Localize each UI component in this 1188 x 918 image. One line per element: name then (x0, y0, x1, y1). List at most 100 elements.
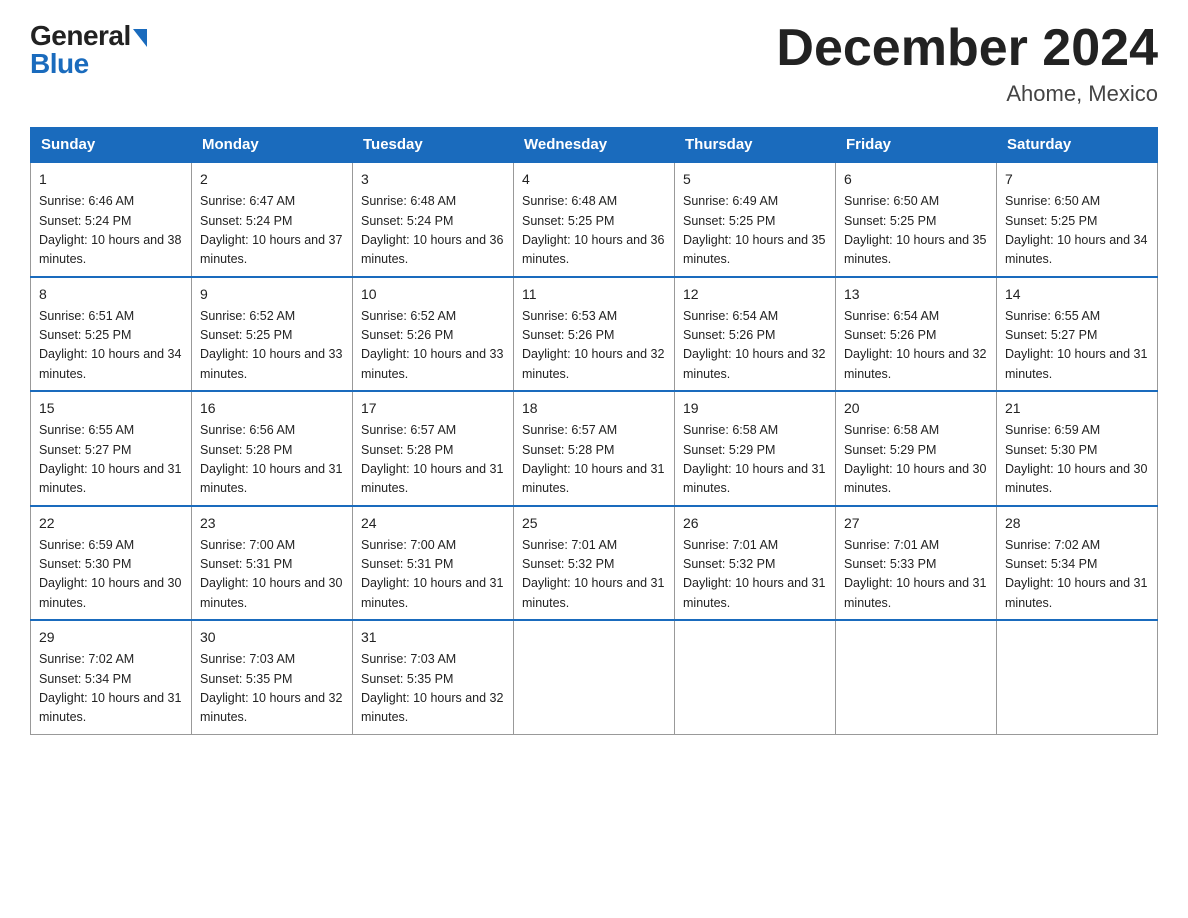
day-info: Sunrise: 6:53 AMSunset: 5:26 PMDaylight:… (522, 309, 664, 381)
day-info: Sunrise: 7:03 AMSunset: 5:35 PMDaylight:… (200, 652, 342, 724)
location-text: Ahome, Mexico (776, 81, 1158, 107)
day-number: 19 (683, 398, 827, 419)
day-info: Sunrise: 6:55 AMSunset: 5:27 PMDaylight:… (39, 423, 181, 495)
column-header-monday: Monday (192, 128, 353, 163)
title-section: December 2024 Ahome, Mexico (776, 20, 1158, 107)
day-number: 17 (361, 398, 505, 419)
day-info: Sunrise: 7:01 AMSunset: 5:32 PMDaylight:… (522, 538, 664, 610)
day-number: 11 (522, 284, 666, 305)
day-info: Sunrise: 7:02 AMSunset: 5:34 PMDaylight:… (39, 652, 181, 724)
calendar-cell: 3 Sunrise: 6:48 AMSunset: 5:24 PMDaylight… (353, 162, 514, 277)
calendar-week-row: 29 Sunrise: 7:02 AMSunset: 5:34 PMDayligh… (31, 620, 1158, 734)
day-info: Sunrise: 6:47 AMSunset: 5:24 PMDaylight:… (200, 194, 342, 266)
day-info: Sunrise: 6:48 AMSunset: 5:25 PMDaylight:… (522, 194, 664, 266)
calendar-cell: 27 Sunrise: 7:01 AMSunset: 5:33 PMDayligh… (836, 506, 997, 621)
day-number: 9 (200, 284, 344, 305)
day-info: Sunrise: 6:54 AMSunset: 5:26 PMDaylight:… (683, 309, 825, 381)
calendar-cell: 12 Sunrise: 6:54 AMSunset: 5:26 PMDayligh… (675, 277, 836, 392)
day-number: 31 (361, 627, 505, 648)
calendar-cell: 9 Sunrise: 6:52 AMSunset: 5:25 PMDaylight… (192, 277, 353, 392)
calendar-cell: 29 Sunrise: 7:02 AMSunset: 5:34 PMDayligh… (31, 620, 192, 734)
page-header: General Blue December 2024 Ahome, Mexico (30, 20, 1158, 107)
calendar-cell: 14 Sunrise: 6:55 AMSunset: 5:27 PMDayligh… (997, 277, 1158, 392)
calendar-cell: 25 Sunrise: 7:01 AMSunset: 5:32 PMDayligh… (514, 506, 675, 621)
day-info: Sunrise: 7:00 AMSunset: 5:31 PMDaylight:… (200, 538, 342, 610)
calendar-cell: 26 Sunrise: 7:01 AMSunset: 5:32 PMDayligh… (675, 506, 836, 621)
day-info: Sunrise: 7:01 AMSunset: 5:33 PMDaylight:… (844, 538, 986, 610)
calendar-cell: 28 Sunrise: 7:02 AMSunset: 5:34 PMDayligh… (997, 506, 1158, 621)
calendar-week-row: 15 Sunrise: 6:55 AMSunset: 5:27 PMDayligh… (31, 391, 1158, 506)
calendar-cell: 30 Sunrise: 7:03 AMSunset: 5:35 PMDayligh… (192, 620, 353, 734)
calendar-header-row: SundayMondayTuesdayWednesdayThursdayFrid… (31, 128, 1158, 163)
logo: General Blue (30, 20, 147, 80)
day-info: Sunrise: 7:03 AMSunset: 5:35 PMDaylight:… (361, 652, 503, 724)
day-number: 21 (1005, 398, 1149, 419)
day-info: Sunrise: 6:50 AMSunset: 5:25 PMDaylight:… (844, 194, 986, 266)
day-number: 26 (683, 513, 827, 534)
column-header-wednesday: Wednesday (514, 128, 675, 163)
calendar-table: SundayMondayTuesdayWednesdayThursdayFrid… (30, 127, 1158, 735)
calendar-cell: 31 Sunrise: 7:03 AMSunset: 5:35 PMDayligh… (353, 620, 514, 734)
day-info: Sunrise: 6:49 AMSunset: 5:25 PMDaylight:… (683, 194, 825, 266)
day-number: 27 (844, 513, 988, 534)
day-info: Sunrise: 6:48 AMSunset: 5:24 PMDaylight:… (361, 194, 503, 266)
day-info: Sunrise: 6:52 AMSunset: 5:26 PMDaylight:… (361, 309, 503, 381)
day-number: 14 (1005, 284, 1149, 305)
day-number: 28 (1005, 513, 1149, 534)
day-number: 12 (683, 284, 827, 305)
calendar-cell: 6Sunrise: 6:50 AMSunset: 5:25 PMDaylight… (836, 162, 997, 277)
month-title: December 2024 (776, 20, 1158, 77)
day-number: 18 (522, 398, 666, 419)
day-number: 30 (200, 627, 344, 648)
day-info: Sunrise: 6:58 AMSunset: 5:29 PMDaylight:… (844, 423, 986, 495)
day-info: Sunrise: 6:58 AMSunset: 5:29 PMDaylight:… (683, 423, 825, 495)
day-number: 3 (361, 169, 505, 190)
calendar-cell: 16 Sunrise: 6:56 AMSunset: 5:28 PMDayligh… (192, 391, 353, 506)
calendar-cell (997, 620, 1158, 734)
calendar-cell: 24 Sunrise: 7:00 AMSunset: 5:31 PMDayligh… (353, 506, 514, 621)
calendar-cell: 2Sunrise: 6:47 AMSunset: 5:24 PMDaylight… (192, 162, 353, 277)
calendar-cell: 10 Sunrise: 6:52 AMSunset: 5:26 PMDayligh… (353, 277, 514, 392)
day-info: Sunrise: 7:00 AMSunset: 5:31 PMDaylight:… (361, 538, 503, 610)
day-info: Sunrise: 6:59 AMSunset: 5:30 PMDaylight:… (1005, 423, 1147, 495)
day-number: 1 (39, 169, 183, 190)
calendar-cell: 4 Sunrise: 6:48 AMSunset: 5:25 PMDaylight… (514, 162, 675, 277)
column-header-tuesday: Tuesday (353, 128, 514, 163)
calendar-cell: 23 Sunrise: 7:00 AMSunset: 5:31 PMDayligh… (192, 506, 353, 621)
calendar-cell: 13Sunrise: 6:54 AMSunset: 5:26 PMDayligh… (836, 277, 997, 392)
day-info: Sunrise: 6:56 AMSunset: 5:28 PMDaylight:… (200, 423, 342, 495)
day-number: 10 (361, 284, 505, 305)
calendar-cell: 1 Sunrise: 6:46 AMSunset: 5:24 PMDaylight… (31, 162, 192, 277)
day-info: Sunrise: 7:01 AMSunset: 5:32 PMDaylight:… (683, 538, 825, 610)
calendar-cell: 22 Sunrise: 6:59 AMSunset: 5:30 PMDayligh… (31, 506, 192, 621)
day-info: Sunrise: 6:57 AMSunset: 5:28 PMDaylight:… (361, 423, 503, 495)
calendar-cell: 20Sunrise: 6:58 AMSunset: 5:29 PMDayligh… (836, 391, 997, 506)
calendar-week-row: 8 Sunrise: 6:51 AMSunset: 5:25 PMDaylight… (31, 277, 1158, 392)
day-info: Sunrise: 6:46 AMSunset: 5:24 PMDaylight:… (39, 194, 181, 266)
calendar-cell: 7Sunrise: 6:50 AMSunset: 5:25 PMDaylight… (997, 162, 1158, 277)
day-number: 29 (39, 627, 183, 648)
day-number: 15 (39, 398, 183, 419)
day-number: 16 (200, 398, 344, 419)
column-header-saturday: Saturday (997, 128, 1158, 163)
day-info: Sunrise: 6:59 AMSunset: 5:30 PMDaylight:… (39, 538, 181, 610)
day-number: 24 (361, 513, 505, 534)
calendar-cell: 8 Sunrise: 6:51 AMSunset: 5:25 PMDaylight… (31, 277, 192, 392)
day-number: 22 (39, 513, 183, 534)
day-number: 23 (200, 513, 344, 534)
day-number: 8 (39, 284, 183, 305)
calendar-cell: 19 Sunrise: 6:58 AMSunset: 5:29 PMDayligh… (675, 391, 836, 506)
day-info: Sunrise: 6:55 AMSunset: 5:27 PMDaylight:… (1005, 309, 1147, 381)
day-number: 4 (522, 169, 666, 190)
calendar-cell: 11 Sunrise: 6:53 AMSunset: 5:26 PMDayligh… (514, 277, 675, 392)
day-info: Sunrise: 6:57 AMSunset: 5:28 PMDaylight:… (522, 423, 664, 495)
calendar-cell: 21 Sunrise: 6:59 AMSunset: 5:30 PMDayligh… (997, 391, 1158, 506)
column-header-thursday: Thursday (675, 128, 836, 163)
day-info: Sunrise: 6:51 AMSunset: 5:25 PMDaylight:… (39, 309, 181, 381)
calendar-cell: 18 Sunrise: 6:57 AMSunset: 5:28 PMDayligh… (514, 391, 675, 506)
day-number: 25 (522, 513, 666, 534)
day-number: 7 (1005, 169, 1149, 190)
calendar-week-row: 1 Sunrise: 6:46 AMSunset: 5:24 PMDaylight… (31, 162, 1158, 277)
day-info: Sunrise: 6:52 AMSunset: 5:25 PMDaylight:… (200, 309, 342, 381)
day-info: Sunrise: 7:02 AMSunset: 5:34 PMDaylight:… (1005, 538, 1147, 610)
